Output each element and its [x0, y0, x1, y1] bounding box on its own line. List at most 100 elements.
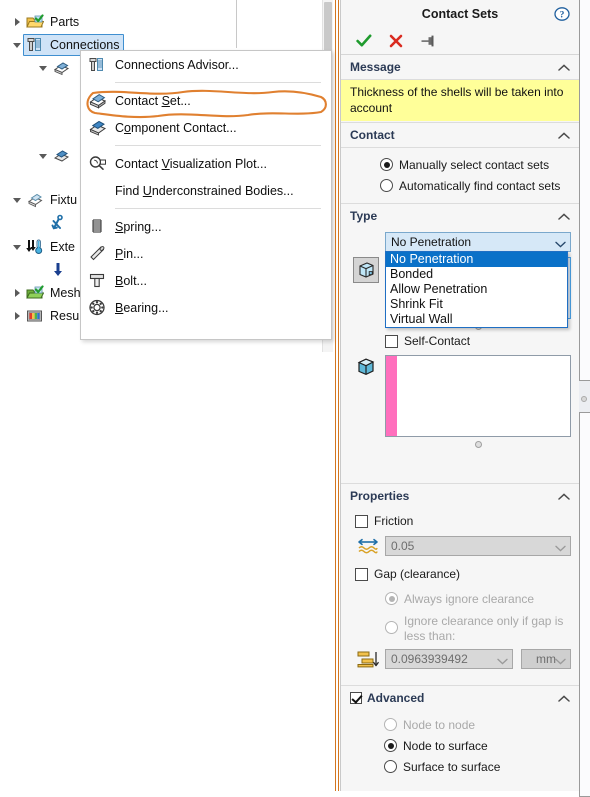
- chevron-down-icon[interactable]: [555, 238, 566, 248]
- contact-section-body: Manually select contact sets Automatical…: [341, 148, 579, 203]
- radio-ignore-clearance-if-gap-less[interactable]: Ignore clearance only if gap is less tha…: [345, 612, 579, 644]
- radio-node-to-node[interactable]: Node to node: [350, 714, 571, 735]
- tree-item-contact-sets[interactable]: [36, 57, 72, 79]
- fixture-anchor-icon: [48, 214, 70, 232]
- menu-item-label: Component Contact...: [115, 120, 237, 135]
- menu-item-bolt[interactable]: Bolt...: [81, 267, 331, 294]
- section-title: Type: [350, 209, 378, 223]
- menu-item-label: Connections Advisor...: [115, 57, 239, 72]
- chevron-up-icon[interactable]: [558, 211, 570, 221]
- contact-type-value: No Penetration: [391, 235, 472, 249]
- tree-expander-connections[interactable]: [10, 34, 24, 56]
- radio-always-ignore-clearance[interactable]: Always ignore clearance: [345, 588, 534, 609]
- chevron-down-icon[interactable]: [555, 655, 566, 665]
- tree-item-mesh[interactable]: Mesh: [10, 282, 81, 304]
- menu-item-label: Bolt...: [115, 273, 147, 288]
- chevron-up-icon[interactable]: [558, 491, 570, 501]
- section-header-properties[interactable]: Properties: [341, 484, 579, 508]
- contact-visualization-icon: [81, 153, 113, 175]
- tree-item-label: Mesh: [50, 286, 81, 300]
- tree-item-external-loads[interactable]: Exte: [10, 236, 75, 258]
- tree-item-fixture-anchor[interactable]: [48, 212, 70, 234]
- menu-item-connections-advisor[interactable]: Connections Advisor...: [81, 51, 331, 78]
- section-header-contact[interactable]: Contact: [341, 122, 579, 148]
- type-section-body: No Penetration No Penetration Bonded All…: [341, 228, 579, 483]
- radio-node-to-surface[interactable]: Node to surface: [350, 735, 571, 756]
- section-title: Advanced: [367, 691, 425, 705]
- menu-item-label: Pin...: [115, 246, 144, 261]
- radio-indicator: [384, 739, 397, 752]
- spring-icon: [81, 216, 113, 238]
- chevron-down-icon[interactable]: [497, 655, 508, 665]
- keep-visible-pin-icon[interactable]: [415, 30, 441, 52]
- tree-expander-contact-sets[interactable]: [36, 57, 50, 79]
- menu-item-contact-set[interactable]: Contact Set...: [81, 87, 331, 114]
- cancel-button[interactable]: [383, 30, 409, 52]
- contact-faces-set2-listbox[interactable]: [385, 355, 571, 437]
- advanced-checkbox[interactable]: [350, 692, 362, 704]
- radio-label: Node to node: [403, 717, 476, 732]
- dropdown-option[interactable]: Allow Penetration: [386, 282, 567, 297]
- panel-split-bar-left[interactable]: [335, 0, 336, 791]
- menu-item-pin[interactable]: Pin...: [81, 240, 331, 267]
- panel-split-bar-right[interactable]: [338, 0, 339, 791]
- tree-expander-external-loads[interactable]: [10, 236, 24, 258]
- dropdown-option[interactable]: Shrink Fit: [386, 297, 567, 312]
- section-title: Properties: [350, 489, 410, 503]
- dropdown-option[interactable]: Bonded: [386, 267, 567, 282]
- gap-distance-field[interactable]: 0.0963939492: [385, 649, 513, 669]
- checkbox-gap-clearance[interactable]: Gap (clearance): [355, 563, 460, 585]
- radio-indicator: [385, 621, 398, 634]
- ok-button[interactable]: [351, 30, 377, 52]
- tree-item-force[interactable]: [48, 259, 70, 281]
- chevron-down-icon[interactable]: [555, 542, 566, 552]
- menu-item-find-underconstrained-bodies[interactable]: Find Underconstrained Bodies...: [81, 177, 331, 204]
- parts-folder-icon: [24, 13, 46, 31]
- dropdown-option[interactable]: Virtual Wall: [386, 312, 567, 327]
- menu-item-component-contact[interactable]: Component Contact...: [81, 114, 331, 141]
- tree-item-parts[interactable]: Parts: [10, 11, 79, 33]
- chevron-up-icon[interactable]: [558, 693, 570, 703]
- property-manager-toolbar[interactable]: [341, 28, 579, 55]
- friction-coefficient-field[interactable]: 0.05: [385, 536, 571, 556]
- radio-automatically-find-contact-sets[interactable]: Automatically find contact sets: [350, 175, 571, 196]
- tree-expander-fixtures[interactable]: [10, 189, 24, 211]
- tree-item-results[interactable]: Resu: [10, 305, 79, 327]
- section-header-type[interactable]: Type: [341, 204, 579, 228]
- tree-item-component-contacts[interactable]: [36, 145, 72, 167]
- tree-item-fixtures[interactable]: Fixtu: [10, 189, 77, 211]
- menu-item-spring[interactable]: Spring...: [81, 213, 331, 240]
- checkbox-label: Self-Contact: [404, 334, 471, 348]
- menu-item-bearing[interactable]: Bearing...: [81, 294, 331, 321]
- checkbox-label: Friction: [374, 514, 414, 528]
- menu-separator: [115, 145, 321, 146]
- radio-manually-select-contact-sets[interactable]: Manually select contact sets: [350, 154, 571, 175]
- contact-type-dropdown-list[interactable]: No Penetration Bonded Allow Penetration …: [385, 251, 568, 328]
- contact-type-combobox[interactable]: No Penetration: [385, 232, 571, 252]
- chevron-up-icon[interactable]: [558, 130, 570, 140]
- tree-header-divider: [236, 0, 237, 48]
- set2-resize-handle[interactable]: [475, 441, 482, 448]
- help-icon[interactable]: ?: [554, 6, 570, 22]
- tree-expander-mesh[interactable]: [10, 282, 24, 304]
- radio-surface-to-surface[interactable]: Surface to surface: [350, 756, 571, 777]
- connections-context-menu[interactable]: Connections Advisor... Contact Set... Co…: [80, 50, 332, 340]
- tree-expander-parts[interactable]: [10, 11, 24, 33]
- checkbox-indicator: [385, 334, 398, 348]
- section-title: Message: [350, 60, 401, 74]
- checkbox-label: Gap (clearance): [374, 567, 461, 581]
- dropdown-option[interactable]: No Penetration: [386, 252, 567, 267]
- pin-icon: [81, 243, 113, 265]
- section-header-message[interactable]: Message: [341, 55, 579, 80]
- chevron-up-icon[interactable]: [558, 62, 570, 72]
- friction-coefficient-icon: [355, 536, 381, 556]
- menu-item-contact-visualization-plot[interactable]: Contact Visualization Plot...: [81, 150, 331, 177]
- radio-label: Automatically find contact sets: [399, 178, 561, 193]
- section-header-advanced[interactable]: Advanced: [341, 686, 579, 710]
- tree-expander-component-contacts[interactable]: [36, 145, 50, 167]
- gap-unit-field[interactable]: mm: [521, 649, 571, 669]
- tree-expander-results[interactable]: [10, 305, 24, 327]
- checkbox-self-contact[interactable]: Self-Contact: [385, 330, 470, 352]
- checkbox-friction[interactable]: Friction: [355, 510, 413, 532]
- property-manager-panel[interactable]: Contact Sets ? Message Thickness of the …: [340, 0, 580, 791]
